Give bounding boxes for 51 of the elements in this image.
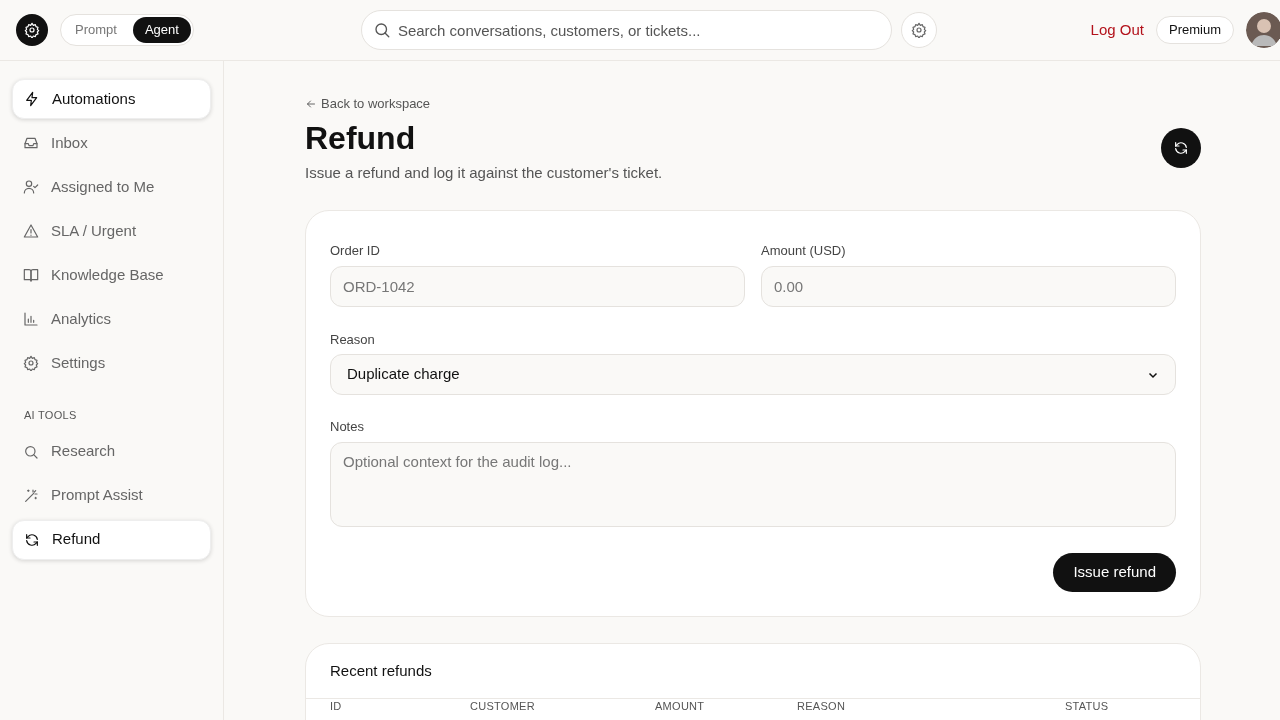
user-check-icon	[23, 179, 39, 195]
page-title: Refund	[305, 118, 417, 158]
inbox-icon	[23, 135, 39, 151]
refresh-icon	[24, 531, 40, 548]
field-label: Notes	[330, 418, 365, 436]
refresh-icon	[1173, 139, 1189, 156]
column-header: STATUS	[1065, 700, 1109, 713]
field-label: Amount (USD)	[761, 242, 847, 260]
field-label: Order ID	[330, 242, 381, 260]
sidebar-item[interactable]: Prompt Assist	[12, 475, 211, 516]
sidebar-item[interactable]: Settings	[12, 343, 211, 383]
sidebar-item[interactable]: Inbox	[12, 123, 211, 163]
warning-icon	[23, 223, 39, 239]
sidebar-item[interactable]: Knowledge Base	[12, 255, 211, 295]
column-header: AMOUNT	[655, 700, 705, 713]
sidebar-item[interactable]: Assigned to Me	[12, 167, 211, 207]
mode-tab[interactable]: Agent	[132, 17, 191, 43]
book-icon	[23, 267, 39, 283]
search-icon	[23, 443, 39, 460]
arrow-left-icon	[305, 97, 317, 110]
sidebar-item[interactable]: Refund	[12, 519, 211, 560]
bar-chart-icon	[23, 311, 39, 327]
column-header: CUSTOMER	[470, 700, 535, 713]
search-field[interactable]: Search conversations, customers, or tickets...	[360, 10, 892, 50]
order-id-field[interactable]: ORD-1042	[330, 265, 745, 307]
sidebar-item[interactable]: Automations	[12, 79, 211, 119]
magic-wand-icon	[23, 487, 39, 504]
settings-button[interactable]	[16, 14, 48, 46]
sidebar-item[interactable]: SLA / Urgent	[12, 211, 211, 251]
lightning-icon	[24, 91, 40, 107]
sidebar-item[interactable]: Analytics	[12, 299, 211, 339]
amount-field[interactable]: 0.00	[761, 265, 1176, 307]
refresh-button[interactable]	[1161, 127, 1201, 168]
column-header: REASON	[797, 700, 846, 713]
settings-icon	[24, 22, 40, 38]
plan-badge: Premium	[1156, 16, 1234, 44]
avatar[interactable]	[1246, 12, 1280, 48]
issue-refund-button[interactable]: Issue refund	[1053, 552, 1176, 592]
field-label: Reason	[330, 330, 376, 349]
settings-icon	[23, 355, 39, 371]
card-title: Recent refunds	[329, 660, 433, 681]
settings-icon	[910, 22, 927, 38]
sidebar-item[interactable]: Research	[12, 431, 211, 472]
mode-tab[interactable]: Prompt	[63, 17, 129, 43]
reason-select[interactable]: Duplicate charge	[330, 354, 1176, 395]
section-title: AI TOOLS	[23, 408, 78, 423]
column-header: ID	[330, 700, 342, 713]
logout-link[interactable]: Log Out	[1090, 18, 1144, 42]
notes-field[interactable]: Optional context for the audit log...	[330, 441, 1176, 527]
back-link[interactable]: Back to workspace	[305, 94, 431, 114]
page-subtitle: Issue a refund and log it against the customer's ticket.	[305, 162, 663, 183]
